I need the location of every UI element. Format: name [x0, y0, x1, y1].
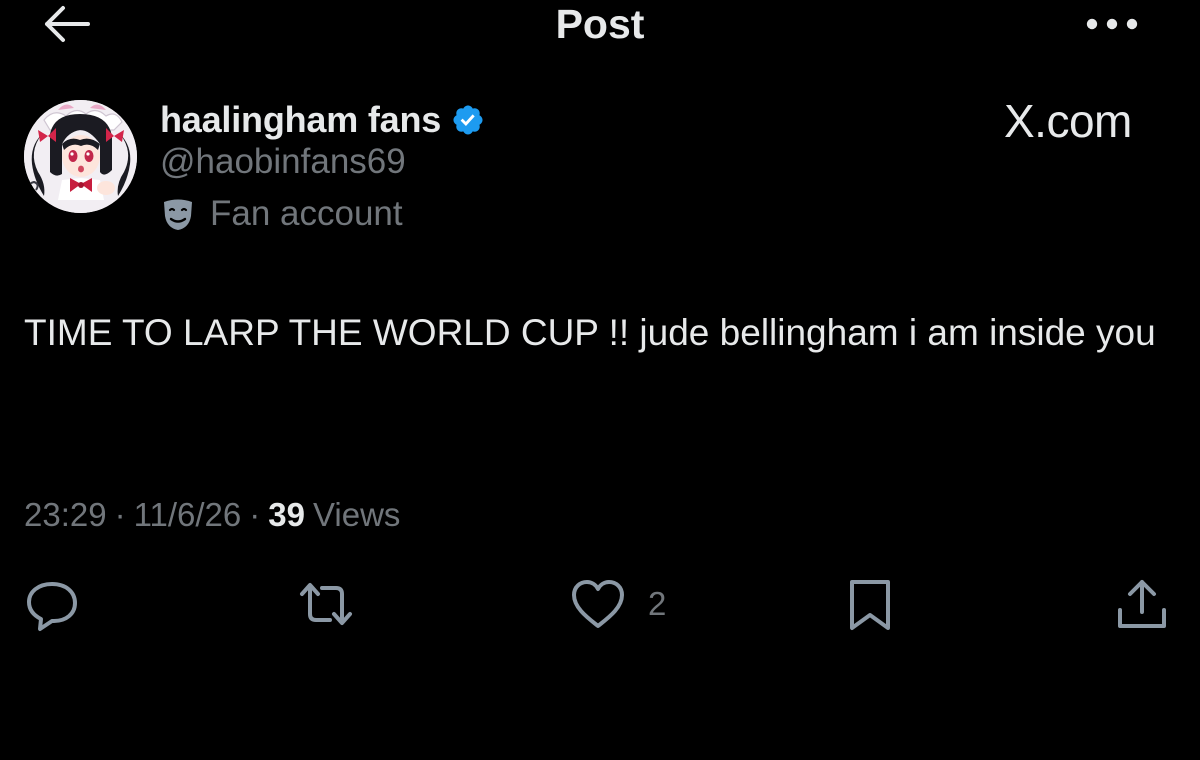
- meta-separator: ·: [249, 496, 261, 533]
- more-button[interactable]: [1080, 2, 1144, 46]
- x-com-watermark: X.com: [1004, 95, 1132, 147]
- display-name[interactable]: haalingham fans: [160, 99, 441, 141]
- like-button[interactable]: 2: [568, 572, 666, 636]
- verified-badge-icon[interactable]: [451, 103, 485, 137]
- repost-icon: [300, 583, 352, 625]
- post-meta: 23:29 · 11/6/26 · 39 Views: [24, 492, 400, 538]
- avatar[interactable]: [24, 100, 137, 213]
- like-count: 2: [648, 585, 667, 622]
- reply-button[interactable]: [22, 572, 82, 636]
- post-date: 11/6/26: [133, 496, 242, 533]
- user-handle[interactable]: @haobinfans69: [160, 142, 406, 182]
- bookmark-button[interactable]: [840, 572, 900, 636]
- post-author: haalingham fans @haobinfans69 Fan accoun…: [24, 96, 1174, 246]
- post-time: 23:29: [24, 496, 107, 533]
- affiliation-label-row[interactable]: Fan account: [160, 192, 403, 236]
- reply-icon: [27, 582, 77, 631]
- bookmark-icon: [850, 580, 890, 630]
- display-name-row: haalingham fans: [160, 98, 485, 142]
- repost-button[interactable]: [296, 572, 356, 636]
- action-bar: 2: [0, 572, 1200, 636]
- more-horizontal-icon: [1086, 18, 1138, 30]
- meta-separator: ·: [114, 496, 126, 533]
- theater-masks-icon: [160, 196, 196, 232]
- share-icon: [1118, 580, 1166, 628]
- heart-icon: [572, 580, 624, 628]
- views-count: 39: [268, 496, 305, 533]
- top-bar: Post: [0, 0, 1200, 52]
- page-title: Post: [555, 1, 645, 47]
- post-text: TIME TO LARP THE WORLD CUP !! jude belli…: [24, 312, 1156, 353]
- affiliation-label: Fan account: [210, 194, 403, 233]
- views-label: Views: [312, 496, 401, 533]
- share-button[interactable]: [1112, 572, 1172, 636]
- anime-avatar-image: [24, 100, 137, 213]
